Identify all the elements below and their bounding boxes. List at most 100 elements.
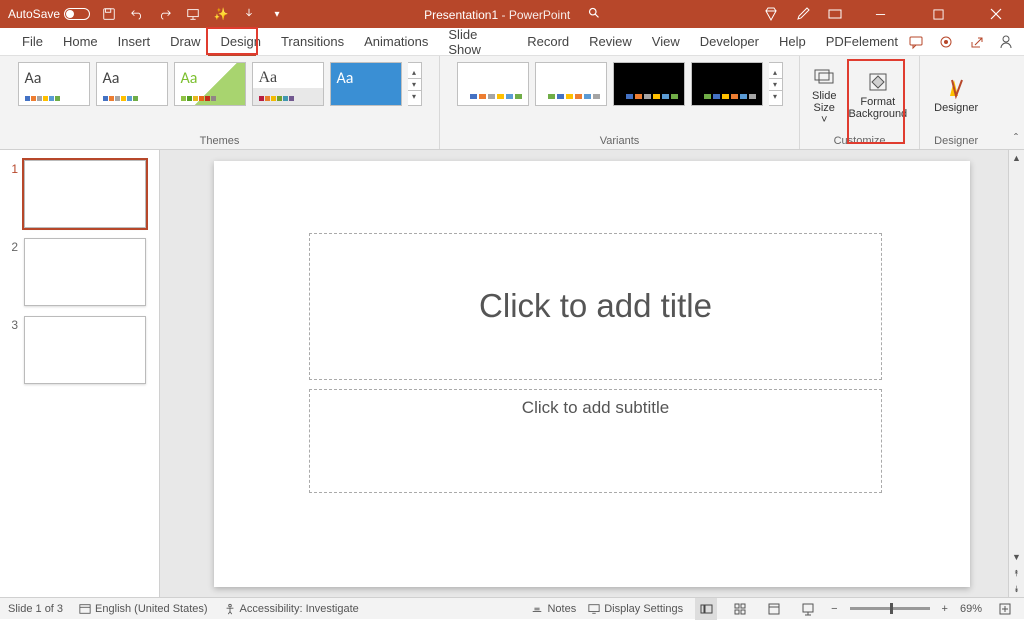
window-mode-icon[interactable] xyxy=(826,5,844,23)
touch-mode-icon[interactable] xyxy=(240,5,258,23)
tab-home[interactable]: Home xyxy=(53,28,108,56)
themes-more-button[interactable]: ▴▾▾ xyxy=(408,62,422,106)
theme-integral[interactable]: Aa xyxy=(330,62,402,106)
tab-draw[interactable]: Draw xyxy=(160,28,210,56)
tab-help[interactable]: Help xyxy=(769,28,816,56)
save-icon[interactable] xyxy=(100,5,118,23)
account-icon[interactable] xyxy=(998,34,1014,50)
scroll-up-icon[interactable]: ▲ xyxy=(1009,150,1024,166)
tab-insert[interactable]: Insert xyxy=(108,28,161,56)
sorter-view-button[interactable] xyxy=(729,598,751,620)
slide-thumbnails-panel[interactable]: 1 2 3 xyxy=(0,150,160,597)
variant-3[interactable] xyxy=(613,62,685,106)
close-button[interactable] xyxy=(974,0,1018,28)
theme-gallery-4[interactable]: Aa xyxy=(252,62,324,106)
slideshow-view-button[interactable] xyxy=(797,598,819,620)
designer-icon xyxy=(944,76,968,100)
statusbar-right: Notes Display Settings − + 69% xyxy=(531,598,1016,620)
language-indicator[interactable]: English (United States) xyxy=(79,603,208,615)
status-bar: Slide 1 of 3 English (United States) Acc… xyxy=(0,597,1024,619)
customize-group-label: Customize xyxy=(834,135,886,147)
tab-pdfelement[interactable]: PDFelement xyxy=(816,28,908,56)
display-icon xyxy=(588,603,600,615)
tab-developer[interactable]: Developer xyxy=(690,28,769,56)
normal-view-button[interactable] xyxy=(695,598,717,620)
zoom-in-button[interactable]: + xyxy=(942,603,948,615)
tab-animations[interactable]: Animations xyxy=(354,28,438,56)
tab-file[interactable]: File xyxy=(12,28,53,56)
format-background-icon xyxy=(866,70,890,94)
tab-view[interactable]: View xyxy=(642,28,690,56)
notes-toggle[interactable]: Notes xyxy=(531,603,576,615)
group-designer: Designer Designer xyxy=(920,56,992,149)
slide-counter[interactable]: Slide 1 of 3 xyxy=(8,603,63,615)
format-background-button[interactable]: Format Background xyxy=(842,62,913,128)
slide-mini-preview[interactable] xyxy=(24,316,146,384)
tab-slide-show[interactable]: Slide Show xyxy=(438,28,517,56)
share-icon[interactable] xyxy=(968,34,984,50)
maximize-button[interactable] xyxy=(916,0,960,28)
title-bar: AutoSave ✨ ▾ Presentation1 - PowerPoint xyxy=(0,0,1024,28)
minimize-button[interactable] xyxy=(858,0,902,28)
app-name: PowerPoint xyxy=(509,8,570,22)
variants-more-button[interactable]: ▴▾▾ xyxy=(769,62,783,106)
tab-design[interactable]: Design xyxy=(211,28,271,56)
comments-icon[interactable] xyxy=(908,34,924,50)
workspace: 1 2 3 Click to add title Click to add su… xyxy=(0,150,1024,597)
variants-gallery: ▴▾▾ xyxy=(457,62,783,106)
tab-transitions[interactable]: Transitions xyxy=(271,28,354,56)
slide-canvas[interactable]: Click to add title Click to add subtitle xyxy=(214,161,970,587)
slide-number: 2 xyxy=(6,238,18,306)
tab-record[interactable]: Record xyxy=(517,28,579,56)
redo-icon[interactable] xyxy=(156,5,174,23)
slide-mini-preview[interactable] xyxy=(24,160,146,228)
tab-review[interactable]: Review xyxy=(579,28,642,56)
qat-more-icon[interactable]: ▾ xyxy=(268,5,286,23)
slide-size-icon xyxy=(812,64,836,88)
slide-thumb-1[interactable]: 1 xyxy=(6,160,153,228)
variant-2[interactable] xyxy=(535,62,607,106)
themes-gallery: Aa Aa Aa Aa Aa ▴▾▾ xyxy=(18,62,422,106)
ribbon-tabs: File Home Insert Draw Design Transitions… xyxy=(0,28,1024,56)
record-icon[interactable] xyxy=(938,34,954,50)
slide-thumb-3[interactable]: 3 xyxy=(6,316,153,384)
theme-facet[interactable]: Aa xyxy=(174,62,246,106)
theme-variant-2[interactable]: Aa xyxy=(96,62,168,106)
reading-view-button[interactable] xyxy=(763,598,785,620)
autosave-toggle[interactable]: AutoSave xyxy=(8,7,90,21)
group-variants: ▴▾▾ Variants xyxy=(440,56,800,149)
fit-to-window-button[interactable] xyxy=(994,598,1016,620)
designer-group-label: Designer xyxy=(934,135,978,147)
vertical-scrollbar[interactable]: ▲ ▼ ⯭ ⯯ xyxy=(1008,150,1024,597)
ribbon-design: Aa Aa Aa Aa Aa ▴▾▾ Themes ▴▾▾ Variants S… xyxy=(0,56,1024,150)
subtitle-placeholder[interactable]: Click to add subtitle xyxy=(309,389,882,493)
title-placeholder[interactable]: Click to add title xyxy=(309,233,882,380)
display-settings-button[interactable]: Display Settings xyxy=(588,603,683,615)
prev-slide-icon[interactable]: ⯭ xyxy=(1009,565,1024,581)
next-slide-icon[interactable]: ⯯ xyxy=(1009,581,1024,597)
search-icon[interactable] xyxy=(587,8,600,22)
slide-thumb-2[interactable]: 2 xyxy=(6,238,153,306)
slide-size-label: Slide Size ˅ xyxy=(812,90,836,126)
variant-1[interactable] xyxy=(457,62,529,106)
diamond-icon[interactable] xyxy=(762,5,780,23)
brush-icon[interactable] xyxy=(794,5,812,23)
collapse-ribbon-button[interactable]: ˆ xyxy=(1014,131,1018,145)
document-name: Presentation1 xyxy=(424,8,498,22)
variants-group-label: Variants xyxy=(600,135,640,147)
zoom-slider[interactable] xyxy=(850,607,930,610)
slide-size-button[interactable]: Slide Size ˅ xyxy=(806,62,842,128)
zoom-out-button[interactable]: − xyxy=(831,603,837,615)
magic-icon[interactable]: ✨ xyxy=(212,5,230,23)
slideshow-start-icon[interactable] xyxy=(184,5,202,23)
window-title: Presentation1 - PowerPoint xyxy=(424,6,600,22)
designer-button[interactable]: Designer xyxy=(928,62,984,128)
language-icon xyxy=(79,603,91,615)
variant-4[interactable] xyxy=(691,62,763,106)
scroll-down-icon[interactable]: ▼ xyxy=(1009,549,1024,565)
undo-icon[interactable] xyxy=(128,5,146,23)
accessibility-indicator[interactable]: Accessibility: Investigate xyxy=(224,603,359,615)
theme-office[interactable]: Aa xyxy=(18,62,90,106)
slide-mini-preview[interactable] xyxy=(24,238,146,306)
zoom-level[interactable]: 69% xyxy=(960,603,982,615)
